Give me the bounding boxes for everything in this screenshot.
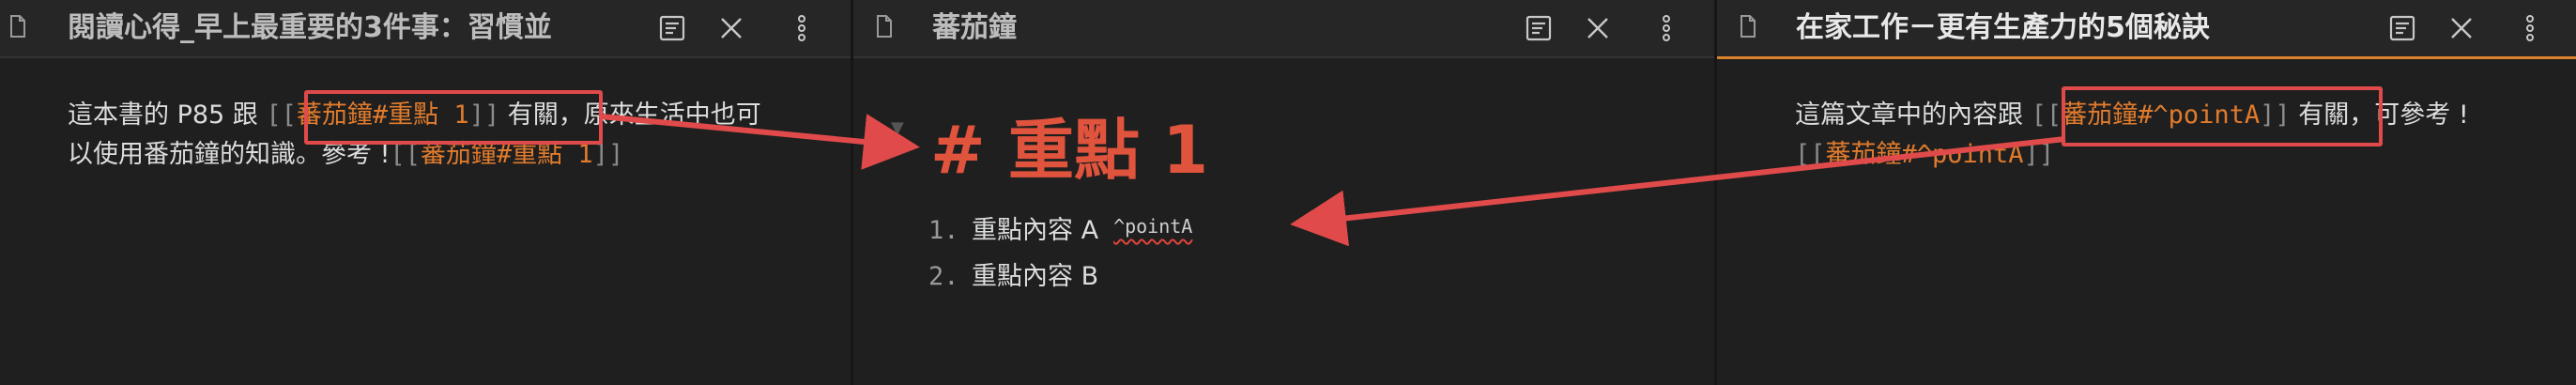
list-item: 1. 重點內容 A ^pointA <box>928 215 1193 245</box>
reading-view-button[interactable] <box>1524 13 1554 43</box>
close-pane-button[interactable] <box>1583 13 1613 43</box>
block-id: ^pointA <box>1113 215 1193 238</box>
more-options-button[interactable] <box>787 13 817 43</box>
close-pane-button[interactable] <box>716 13 746 43</box>
more-options-icon <box>2526 15 2534 41</box>
document-icon <box>10 15 25 38</box>
body-text: 有關，可參考 ! <box>2290 100 2469 130</box>
pane-middle-title[interactable]: 蕃茄鐘 <box>932 8 1017 49</box>
reading-view-button[interactable] <box>2387 13 2417 43</box>
pane-right-title[interactable]: 在家工作－更有生產力的5個秘訣 <box>1796 8 2210 49</box>
pane-right-editor[interactable]: 這篇文章中的內容跟 [[蕃茄鐘#^pointA]] 有關，可參考 ![[蕃茄鐘#… <box>1795 96 2508 175</box>
more-options-icon <box>1663 15 1670 41</box>
embed-link[interactable]: 蕃茄鐘#^pointA <box>1826 140 2024 169</box>
embed-link[interactable]: 蕃茄鐘#重點 1 <box>421 140 593 169</box>
document-icon <box>877 15 892 38</box>
ordered-list: 1. 重點內容 A ^pointA 2. 重點內容 B <box>928 208 1192 300</box>
fold-chevron-icon[interactable]: ▼ <box>891 118 904 138</box>
reading-view-icon <box>2389 15 2415 41</box>
body-text: 這本書的 P85 跟 <box>68 100 267 130</box>
pane-middle-header: 蕃茄鐘 <box>853 0 1714 58</box>
pane-left: 閱讀心得_早上最重要的3件事：習慣並 這本書的 P85 跟 [[蕃茄鐘#重點 1… <box>0 0 851 385</box>
close-pane-button[interactable] <box>2446 13 2476 43</box>
more-options-button[interactable] <box>2515 13 2545 43</box>
close-icon <box>1587 18 1608 38</box>
pane-right-header: 在家工作－更有生產力的5個秘訣 <box>1717 0 2576 59</box>
close-icon <box>2451 18 2472 38</box>
body-text: 這篇文章中的內容跟 <box>1795 100 2032 130</box>
heading-1: # 重點 1 <box>930 112 1209 189</box>
list-item: 2. 重點內容 B <box>928 262 1099 291</box>
internal-link[interactable]: 蕃茄鐘#^pointA <box>2062 100 2260 130</box>
pane-middle: 蕃茄鐘 ▼ # 重點 1 1. 重點內容 A ^pointA 2. 重點內容 B <box>853 0 1714 385</box>
close-icon <box>721 18 742 38</box>
pane-right: 在家工作－更有生產力的5個秘訣 這篇文章中的內容跟 [[蕃茄鐘#^pointA]… <box>1717 0 2576 385</box>
pane-left-header: 閱讀心得_早上最重要的3件事：習慣並 <box>0 0 851 58</box>
reading-view-icon <box>659 15 685 41</box>
pane-left-title[interactable]: 閱讀心得_早上最重要的3件事：習慣並 <box>68 8 552 49</box>
reading-view-button[interactable] <box>657 13 687 43</box>
pane-left-editor[interactable]: 這本書的 P85 跟 [[蕃茄鐘#重點 1]] 有關，原來生活中也可以使用番茄鐘… <box>68 96 762 175</box>
reading-view-icon <box>1526 15 1552 41</box>
more-options-button[interactable] <box>1651 13 1681 43</box>
more-options-icon <box>798 15 805 41</box>
document-icon <box>1740 15 1756 38</box>
internal-link[interactable]: 蕃茄鐘#重點 1 <box>297 100 469 130</box>
